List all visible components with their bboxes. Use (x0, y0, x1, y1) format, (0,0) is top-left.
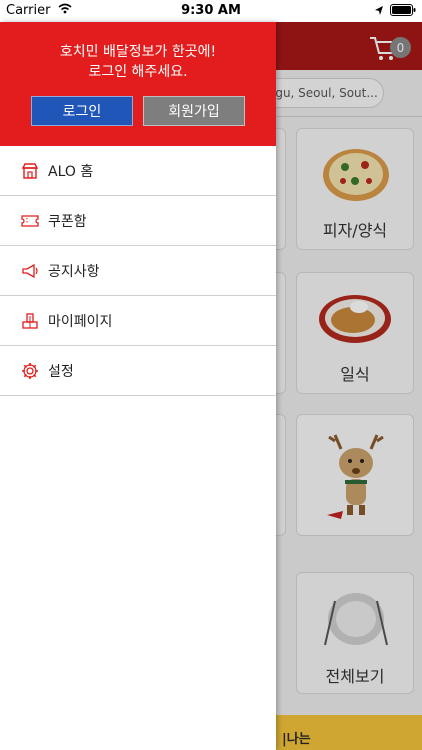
menu-item-mypage[interactable]: 마이페이지 (0, 296, 276, 346)
location-arrow-icon (375, 5, 383, 15)
side-drawer: 호치민 배달정보가 한곳에! 로그인 해주세요. 로그인 회원가입 ALO 홈 (0, 22, 276, 750)
menu-item-label: 설정 (48, 363, 74, 380)
drawer-message-line2: 로그인 해주세요. (88, 64, 188, 80)
menu-item-settings[interactable]: 설정 (0, 346, 276, 396)
menu-item-label: ALO 홈 (48, 163, 94, 180)
login-button[interactable]: 로그인 (31, 96, 133, 126)
menu-item-label: 공지사항 (48, 263, 100, 280)
menu-item-notices[interactable]: 공지사항 (0, 246, 276, 296)
menu-item-home[interactable]: ALO 홈 (0, 146, 276, 196)
mypage-icon (20, 311, 40, 331)
drawer-menu: ALO 홈 쿠폰함 공지사항 마이페이지 설정 (0, 146, 276, 396)
menu-item-coupons[interactable]: 쿠폰함 (0, 196, 276, 246)
drawer-header: 호치민 배달정보가 한곳에! 로그인 해주세요. 로그인 회원가입 (0, 22, 276, 146)
status-bar: Carrier 9:30 AM (0, 0, 422, 22)
coupon-icon (20, 211, 40, 231)
status-icons (374, 4, 416, 16)
menu-item-label: 쿠폰함 (48, 213, 87, 230)
battery-icon (390, 4, 416, 16)
signup-button[interactable]: 회원가입 (143, 96, 245, 126)
store-icon (20, 161, 40, 181)
clock: 9:30 AM (181, 3, 241, 18)
auth-buttons: 로그인 회원가입 (0, 96, 276, 126)
gear-icon (20, 361, 40, 381)
megaphone-icon (20, 261, 40, 281)
drawer-message-line1: 호치민 배달정보가 한곳에! (59, 44, 217, 60)
menu-item-label: 마이페이지 (48, 313, 113, 330)
